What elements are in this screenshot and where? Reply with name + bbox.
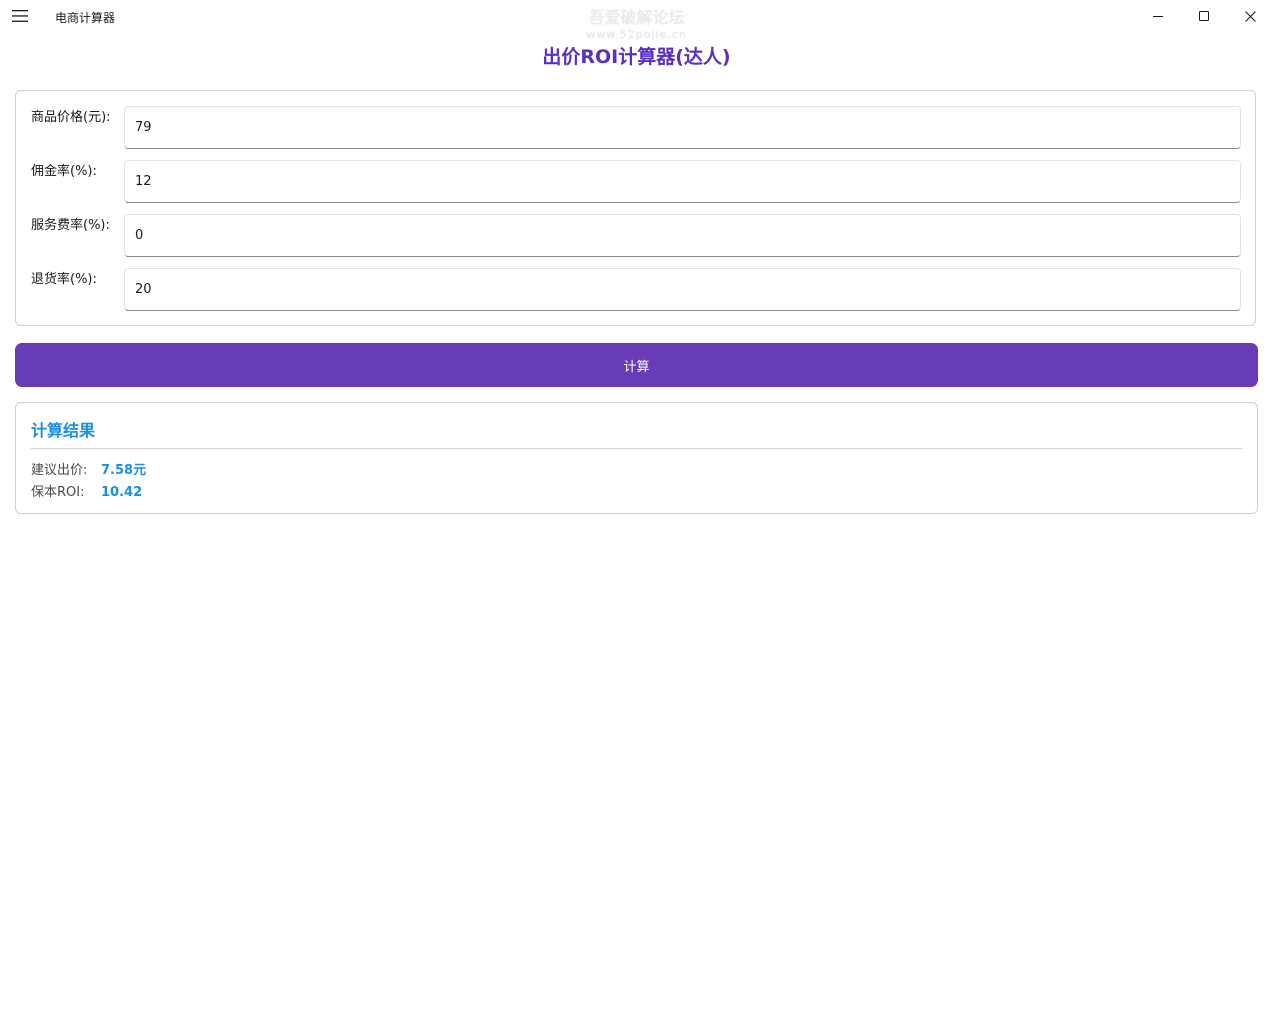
return-rate-label: 退货率(%): <box>31 272 97 287</box>
price-input[interactable] <box>124 106 1241 149</box>
breakeven-roi-value: 10.42 <box>101 485 143 500</box>
form-row-return-rate: 退货率(%): <box>16 268 1255 312</box>
minimize-icon <box>1153 16 1163 17</box>
form-row-price: 商品价格(元): <box>16 106 1255 150</box>
result-card: 计算结果 建议出价: 7.58元 保本ROI: 10.42 <box>15 402 1258 514</box>
breakeven-roi-row: 保本ROI: 10.42 <box>31 481 142 500</box>
result-title: 计算结果 <box>31 421 96 440</box>
commission-rate-label: 佣金率(%): <box>31 164 97 179</box>
commission-rate-input[interactable] <box>124 160 1241 203</box>
minimize-button[interactable] <box>1135 0 1181 32</box>
input-form-card: 商品价格(元): 佣金率(%): 服务费率(%): 退货率(%): <box>15 90 1256 326</box>
title-bar: 电商计算器 吾爱破解论坛 www.52pojie.cn <box>0 0 1273 41</box>
watermark-line-1: 吾爱破解论坛 <box>588 8 685 27</box>
page-title: 出价ROI计算器(达人) <box>542 46 731 68</box>
result-divider <box>31 448 1242 449</box>
close-button[interactable] <box>1227 0 1273 32</box>
breakeven-roi-label: 保本ROI: <box>31 485 85 500</box>
suggested-bid-value: 7.58元 <box>101 463 147 478</box>
hamburger-menu-icon[interactable] <box>6 4 34 28</box>
close-icon <box>1244 10 1256 22</box>
form-row-service-fee: 服务费率(%): <box>16 214 1255 258</box>
calculate-button[interactable]: 计算 <box>15 343 1258 387</box>
maximize-button[interactable] <box>1181 0 1227 32</box>
price-label: 商品价格(元): <box>31 110 111 125</box>
app-window: 电商计算器 吾爱破解论坛 www.52pojie.cn 出价ROI计算器(达人) <box>0 0 1273 1019</box>
service-fee-rate-label: 服务费率(%): <box>31 218 110 233</box>
service-fee-rate-input[interactable] <box>124 214 1241 257</box>
suggested-bid-label: 建议出价: <box>31 463 88 478</box>
suggested-bid-row: 建议出价: 7.58元 <box>31 459 146 478</box>
app-title: 电商计算器 <box>55 11 116 25</box>
form-row-commission: 佣金率(%): <box>16 160 1255 204</box>
watermark-line-2: www.52pojie.cn <box>586 28 687 41</box>
watermark: 吾爱破解论坛 www.52pojie.cn <box>0 8 1273 41</box>
return-rate-input[interactable] <box>124 268 1241 311</box>
maximize-icon <box>1199 11 1209 21</box>
